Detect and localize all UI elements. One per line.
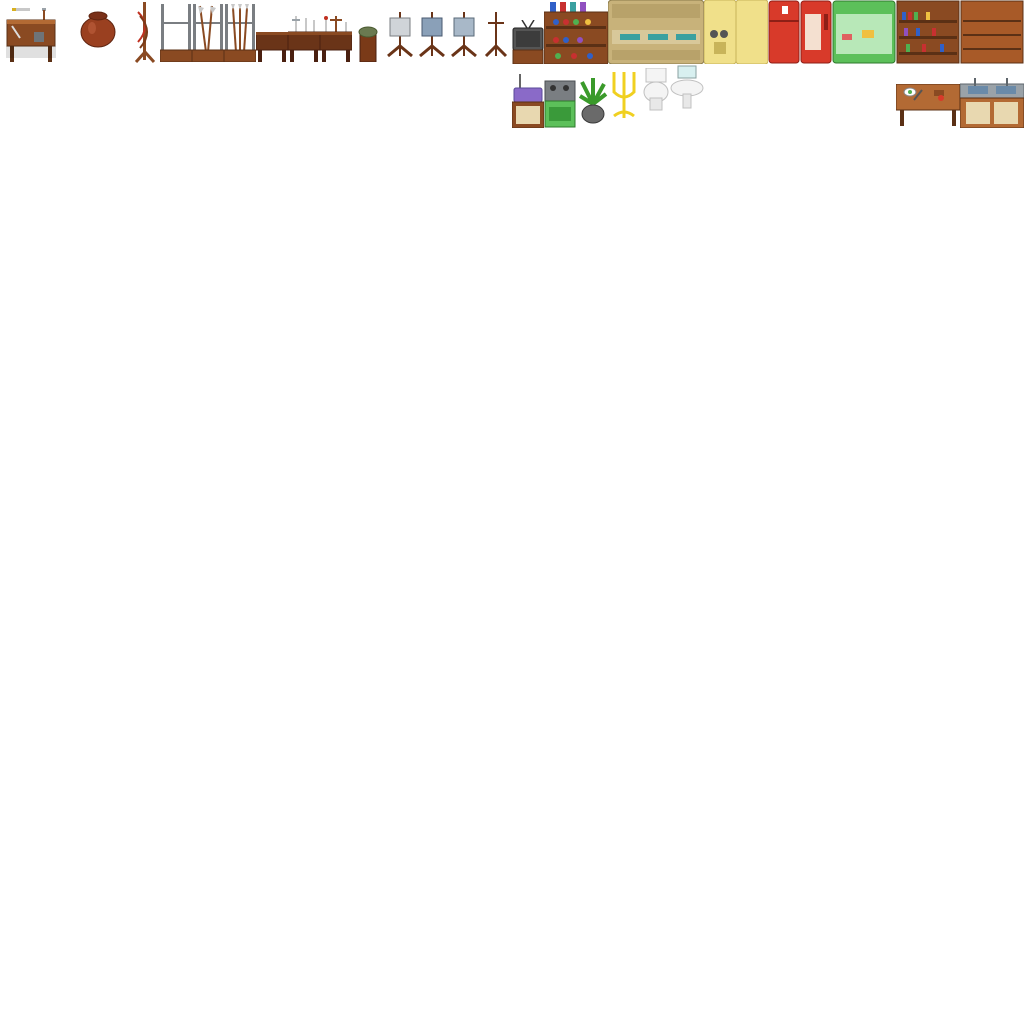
display-table-daggers-sprite [288,14,320,62]
crt-tv-sprite [512,20,544,64]
weapon-rack-spears-sprite [224,4,256,62]
kitchen-sink-counter-sprite [960,78,1024,128]
green-display-fridge-sprite [832,0,896,64]
armor-stand-plate-sprite [418,12,446,58]
radio-table-sprite [512,74,544,128]
toilet-sprite [642,68,670,112]
display-table-swords-sprite [320,14,352,62]
cream-cabinet-sprite [704,0,768,64]
armor-stand-steel-sprite [450,12,478,58]
display-counter-sprite [608,0,704,64]
red-fridge-sprite [768,0,800,64]
potion-shelf-sprite [544,2,608,64]
weapon-rack-halberds-sprite [192,4,224,62]
workbench-sprite [6,6,56,64]
clay-pot-sprite [80,10,116,48]
bathroom-sink-sprite [670,64,704,110]
bow-rack-sprite [132,2,158,64]
golden-candelabra-sprite [610,68,638,120]
red-vending-machine-sprite [800,0,832,64]
bookshelf-sprite [896,0,960,64]
wooden-dresser-sprite [960,0,1024,64]
kitchen-prep-table-sprite [896,84,960,126]
stove-sprite [544,80,576,128]
coat-rack-sprite [484,12,508,58]
armor-stand-chain-sprite [386,12,414,58]
potted-plant-sprite [578,78,608,124]
sprite-sheet [0,0,1024,1024]
weapon-rack-empty-sprite [160,4,192,62]
tree-stump-sprite [358,26,378,62]
display-table-sprite [256,32,288,62]
